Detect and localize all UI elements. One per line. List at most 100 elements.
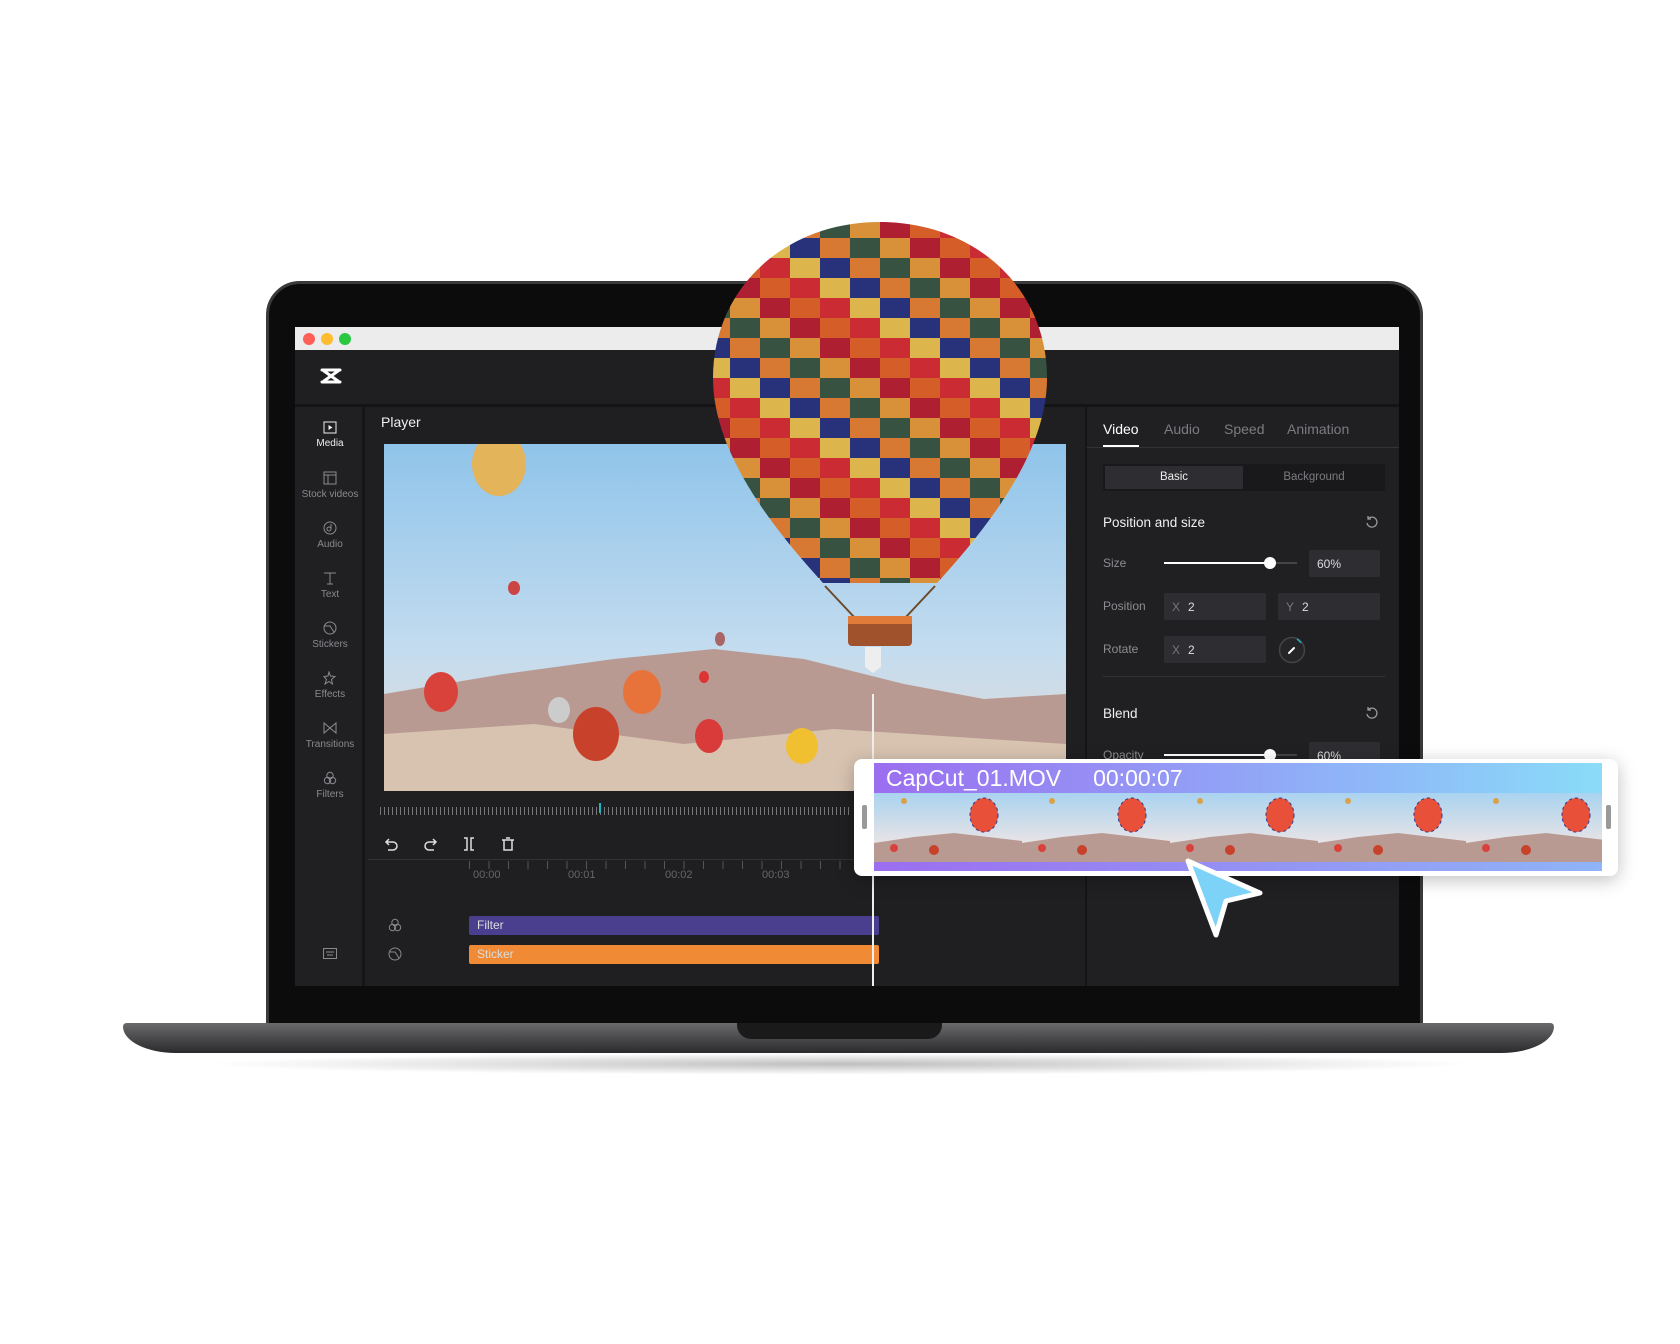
position-x-field[interactable]: X2: [1164, 593, 1266, 620]
split-icon[interactable]: [461, 836, 477, 852]
sidebar-item-media[interactable]: Media: [295, 421, 365, 449]
balloon-panel: [713, 258, 730, 278]
balloon-panel: [730, 222, 760, 238]
balloon-panel: [713, 578, 730, 583]
sidebar-item-label: Audio: [317, 539, 343, 550]
clip-thumbnail: [874, 793, 1022, 862]
cursor-arrow-icon: [1185, 858, 1263, 938]
timeline-tick: 00:02: [665, 869, 693, 881]
preview-scrubber[interactable]: [380, 807, 850, 815]
rotate-dial[interactable]: [1278, 636, 1306, 664]
clip-name: CapCut_01.MOV: [886, 765, 1062, 791]
clip-trim-handle-left[interactable]: [862, 805, 867, 829]
timeline-tick: 00:00: [473, 869, 501, 881]
balloon-panel: [1030, 222, 1047, 238]
audio-icon: [323, 521, 337, 535]
segment-background[interactable]: Background: [1245, 466, 1383, 489]
stickers-icon: [388, 947, 402, 961]
sidebar-item-transitions[interactable]: Transitions: [295, 721, 365, 750]
sidebar-item-label: Transitions: [305, 739, 355, 750]
laptop-notch: [737, 1023, 942, 1039]
sidebar-item-label: Stickers: [312, 639, 348, 650]
balloon-panel: [1000, 538, 1030, 558]
media-icon: [323, 421, 337, 434]
tab-audio[interactable]: Audio: [1164, 421, 1200, 437]
sidebar-item-label: Effects: [314, 689, 346, 700]
segment-control: Basic Background: [1103, 464, 1385, 491]
size-value-field[interactable]: 60%: [1309, 550, 1380, 577]
size-label: Size: [1103, 556, 1127, 570]
reset-icon[interactable]: [1365, 515, 1379, 529]
axis-label: X: [1172, 599, 1181, 614]
position-y-field[interactable]: Y2: [1278, 593, 1380, 620]
thumbnail-scene: [1318, 797, 1466, 862]
balloon-panel: [760, 578, 790, 583]
balloon-shading: [713, 222, 1047, 583]
balloon-panel: [1030, 498, 1047, 518]
balloon-panel: [1030, 518, 1047, 538]
balloon-panel: [730, 498, 760, 518]
balloon-panel: [1000, 558, 1030, 578]
undo-icon[interactable]: [384, 836, 400, 852]
balloon-panel: [970, 558, 1000, 578]
sidebar-item-stock-videos[interactable]: Stock videos: [295, 471, 365, 500]
clip-thumbnails: [874, 793, 1602, 862]
filters-icon: [388, 918, 402, 932]
maximize-window-button[interactable]: [339, 333, 351, 345]
balloon-panel: [760, 538, 790, 558]
filter-track[interactable]: Filter: [469, 916, 879, 935]
size-slider[interactable]: [1164, 557, 1297, 569]
balloon-panel: [940, 578, 970, 583]
sidebar-item-label: Media: [316, 438, 344, 449]
balloon-panel: [1030, 558, 1047, 578]
balloon-panel: [730, 558, 760, 578]
balloon-panel: [1000, 498, 1030, 518]
balloon-panel: [1030, 238, 1047, 258]
section-divider: [1103, 676, 1385, 677]
close-window-button[interactable]: [303, 333, 315, 345]
clip-trim-handle-right[interactable]: [1606, 805, 1611, 829]
delete-icon[interactable]: [500, 836, 516, 852]
thumbnail-scene: [874, 797, 1022, 862]
stickers-icon: [323, 621, 337, 635]
reset-icon[interactable]: [1365, 706, 1379, 720]
sidebar: Media Stock videos Audio Text Stickers E…: [295, 407, 365, 986]
tab-animation[interactable]: Animation: [1287, 421, 1349, 437]
rotate-field[interactable]: X2: [1164, 636, 1266, 663]
sidebar-item-audio[interactable]: Audio: [295, 521, 365, 550]
balloon-panel: [1030, 458, 1047, 478]
balloon-panel: [730, 578, 760, 583]
balloon-panel: [1030, 278, 1047, 298]
axis-label: X: [1172, 642, 1181, 657]
size-value: 60%: [1317, 556, 1342, 571]
sidebar-item-filters[interactable]: Filters: [295, 771, 365, 800]
clip-thumbnail: [1170, 793, 1318, 862]
sidebar-item-text[interactable]: Text: [295, 571, 365, 600]
minimize-window-button[interactable]: [321, 333, 333, 345]
balloon-panel: [713, 558, 730, 578]
clip-thumbnail: [1466, 793, 1602, 862]
segment-basic[interactable]: Basic: [1105, 466, 1243, 489]
balloon-panel: [730, 538, 760, 558]
sticker-track[interactable]: Sticker: [469, 945, 879, 964]
section-title: Blend: [1103, 706, 1138, 721]
tab-speed[interactable]: Speed: [1224, 421, 1264, 437]
sidebar-item-stickers[interactable]: Stickers: [295, 621, 365, 650]
keyboard-icon[interactable]: [323, 948, 337, 959]
filters-icon: [323, 771, 337, 785]
balloon-panel: [1030, 578, 1047, 583]
balloon-panel: [970, 538, 1000, 558]
effects-icon: [323, 671, 337, 685]
balloon-panel: [713, 238, 730, 258]
laptop-shadow: [200, 1053, 1480, 1075]
size-slider-thumb[interactable]: [1264, 557, 1277, 569]
clip-thumbnail: [1022, 793, 1170, 862]
opacity-slider[interactable]: [1164, 749, 1297, 761]
rotate-label: Rotate: [1103, 642, 1139, 656]
sidebar-item-effects[interactable]: Effects: [295, 671, 365, 700]
redo-icon[interactable]: [422, 836, 438, 852]
position-y-value: 2: [1302, 599, 1309, 614]
scrubber-position: [599, 803, 601, 813]
sidebar-item-label: Stock videos: [301, 489, 359, 500]
tab-video[interactable]: Video: [1103, 421, 1139, 437]
